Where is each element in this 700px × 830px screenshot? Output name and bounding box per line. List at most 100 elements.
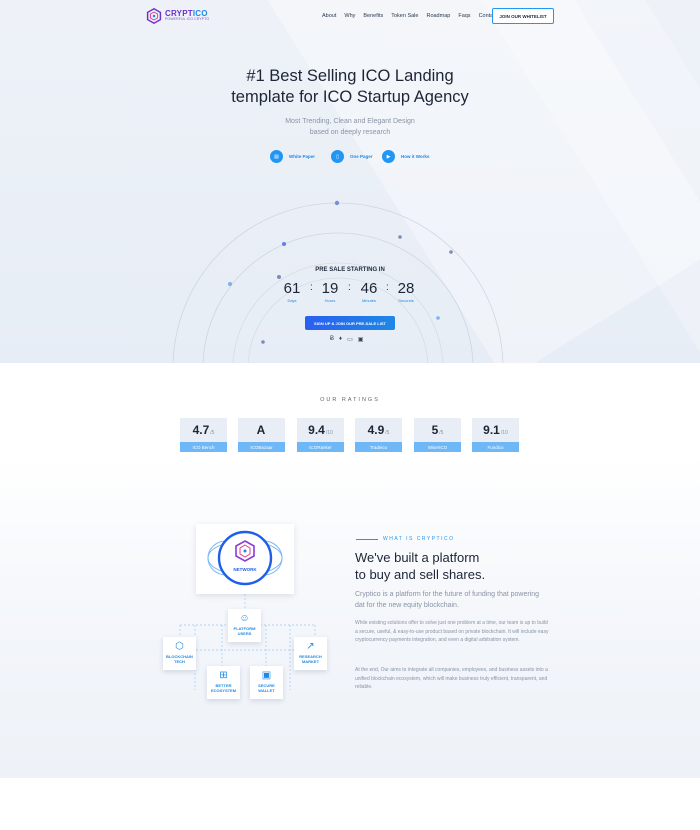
join-whitelist-button[interactable]: JOIN OUR WHITELIST xyxy=(492,8,554,24)
how-it-works-label: How it Works xyxy=(401,154,430,159)
hero-subtitle-line: Most Trending, Clean and Elegant Design xyxy=(285,118,415,125)
menu-item-why[interactable]: Why xyxy=(344,13,355,19)
logo-tagline: POWERFUL ICO CRYPTO xyxy=(165,17,210,22)
play-icon: ▶ xyxy=(382,150,395,163)
node-research-market: ↗ RESEARCH MARKET xyxy=(294,637,327,670)
rating-source: ICO Bench xyxy=(180,442,227,452)
node-label: PLATFORM USERS xyxy=(233,626,256,636)
countdown-hours-label: Hours xyxy=(324,298,336,303)
white-paper-label: White Paper xyxy=(289,154,316,159)
about-heading-line: to buy and sell shares. xyxy=(355,567,486,582)
node-platform-users: ☺ PLATFORM USERS xyxy=(228,609,261,642)
rating-card[interactable]: 9.4/10 ICORanker xyxy=(297,418,344,453)
about-paragraph: While existing solutions offer to solve … xyxy=(355,620,549,643)
logo-text: CRYPTICO POWERFUL ICO CRYPTO xyxy=(165,10,209,22)
rating-value: 9.1 xyxy=(483,423,500,437)
orbit-dot xyxy=(261,340,265,344)
orbit-dot xyxy=(282,242,286,246)
hero-subtitle: Most Trending, Clean and Elegant Design … xyxy=(250,116,450,138)
blockchain-icon: ⬡ xyxy=(175,641,184,652)
rating-source: Tradeico xyxy=(355,442,402,452)
node-label: SECURE WALLET xyxy=(258,683,275,693)
rating-unit: /10 xyxy=(325,430,333,436)
countdown-seconds-label: Seconds xyxy=(398,298,414,303)
rating-card[interactable]: 9.1/10 Fundico xyxy=(472,418,519,453)
about-paragraph: At the end, Our aims to integrate all co… xyxy=(355,667,548,690)
countdown-minutes: 46 xyxy=(360,280,378,297)
rating-value: 5 xyxy=(431,423,439,437)
rating-value: 4.9 xyxy=(367,423,385,437)
orbit-dot xyxy=(334,200,340,206)
one-pager-link[interactable]: ▯ One Pager xyxy=(331,150,373,163)
payment-methods: Ƀ ♦ ▭ ▣ xyxy=(330,336,363,343)
network-label: NETWORK xyxy=(233,567,257,572)
hero-section: CRYPTICO POWERFUL ICO CRYPTO About Why B… xyxy=(0,0,700,363)
rating-card[interactable]: 4.9/5 Tradeico xyxy=(355,418,402,453)
menu-item-roadmap[interactable]: Roadmap xyxy=(426,13,450,19)
menu-item-token-sale[interactable]: Token Sale xyxy=(391,13,418,19)
rating-value: A xyxy=(256,423,266,437)
node-better-ecosystem: ⊞ BETTER ECOSYSTEM xyxy=(207,666,240,699)
about-section xyxy=(0,455,700,778)
countdown-separator: : xyxy=(386,282,389,293)
menu-item-faqs[interactable]: Faqs xyxy=(458,13,470,19)
about-eyebrow: WHAT IS CRYPTICO xyxy=(383,536,455,542)
menu-item-about[interactable]: About xyxy=(322,13,336,19)
rating-unit: /5 xyxy=(385,430,390,436)
ratings-row: 4.7/5 ICO Bench A ICOBazaar 9.4/10 ICORa… xyxy=(180,418,520,454)
presale-label: PRE SALE STARTING IN xyxy=(315,267,385,273)
orbit-dot xyxy=(228,282,232,286)
file-icon: ▯ xyxy=(331,150,344,163)
ratings-title: OUR RATINGS xyxy=(320,397,380,403)
network-card: NETWORK xyxy=(196,524,294,594)
wallet-icon: ▣ xyxy=(261,670,272,681)
hero-title-line: #1 Best Selling ICO Landing xyxy=(246,67,454,85)
ethereum-icon: ♦ xyxy=(339,336,343,342)
countdown-days-label: Days xyxy=(287,298,297,303)
orbit-dot xyxy=(436,316,440,320)
rating-value: 9.4 xyxy=(308,423,325,437)
countdown-separator: : xyxy=(310,282,313,293)
logo[interactable]: CRYPTICO POWERFUL ICO CRYPTO xyxy=(146,8,209,24)
hero-title-line: template for ICO Startup Agency xyxy=(231,88,469,106)
orbit-circles xyxy=(172,200,504,363)
node-label: BLOCKCHAIN TECH xyxy=(166,654,193,664)
ecosystem-icon: ⊞ xyxy=(219,670,228,681)
logo-hex-icon xyxy=(146,8,162,24)
white-paper-link[interactable]: ▤ White Paper xyxy=(270,150,315,163)
about-heading-line: We've built a platform xyxy=(355,550,480,565)
rating-unit: /10 xyxy=(500,430,508,436)
chart-icon: ↗ xyxy=(306,641,315,652)
document-icon: ▤ xyxy=(270,150,283,163)
orbit-dot xyxy=(277,275,281,279)
top-nav: CRYPTICO POWERFUL ICO CRYPTO About Why B… xyxy=(0,0,700,34)
countdown-days: 61 xyxy=(283,280,301,297)
orbit-dot xyxy=(398,235,402,239)
eyebrow-line xyxy=(356,539,378,540)
presale-signup-button[interactable]: SIGN UP & JOIN OUR PRE-SALE LIST xyxy=(305,316,395,330)
menu-item-benefits[interactable]: Benefits xyxy=(363,13,383,19)
rating-source: WiserICO xyxy=(414,442,461,452)
rating-card[interactable]: 4.7/5 ICO Bench xyxy=(180,418,227,453)
rating-source: ICOBazaar xyxy=(238,442,285,452)
wallet-icon: ▣ xyxy=(357,337,364,343)
rating-card[interactable]: 5/5 WiserICO xyxy=(414,418,461,453)
card-icon: ▭ xyxy=(347,337,353,343)
node-secure-wallet: ▣ SECURE WALLET xyxy=(250,666,283,699)
network-icon xyxy=(207,530,283,586)
node-label: RESEARCH MARKET xyxy=(299,654,322,664)
countdown-hours: 19 xyxy=(321,280,339,297)
rating-unit: /5 xyxy=(210,430,215,436)
about-heading: We've built a platform to buy and sell s… xyxy=(355,549,575,583)
how-it-works-link[interactable]: ▶ How it Works xyxy=(382,150,429,163)
rating-value: 4.7 xyxy=(192,423,210,437)
users-icon: ☺ xyxy=(239,613,250,624)
bitcoin-icon: Ƀ xyxy=(330,336,335,342)
countdown: 61 Days : 19 Hours : 46 Minutes : 28 Sec… xyxy=(280,280,420,306)
hero-title: #1 Best Selling ICO Landing template for… xyxy=(150,66,550,108)
rating-unit: /5 xyxy=(439,430,444,436)
countdown-separator: : xyxy=(348,282,351,293)
about-lead: Cryptico is a platform for the future of… xyxy=(355,591,540,609)
node-label: BETTER ECOSYSTEM xyxy=(210,683,237,693)
rating-card[interactable]: A ICOBazaar xyxy=(238,418,285,453)
